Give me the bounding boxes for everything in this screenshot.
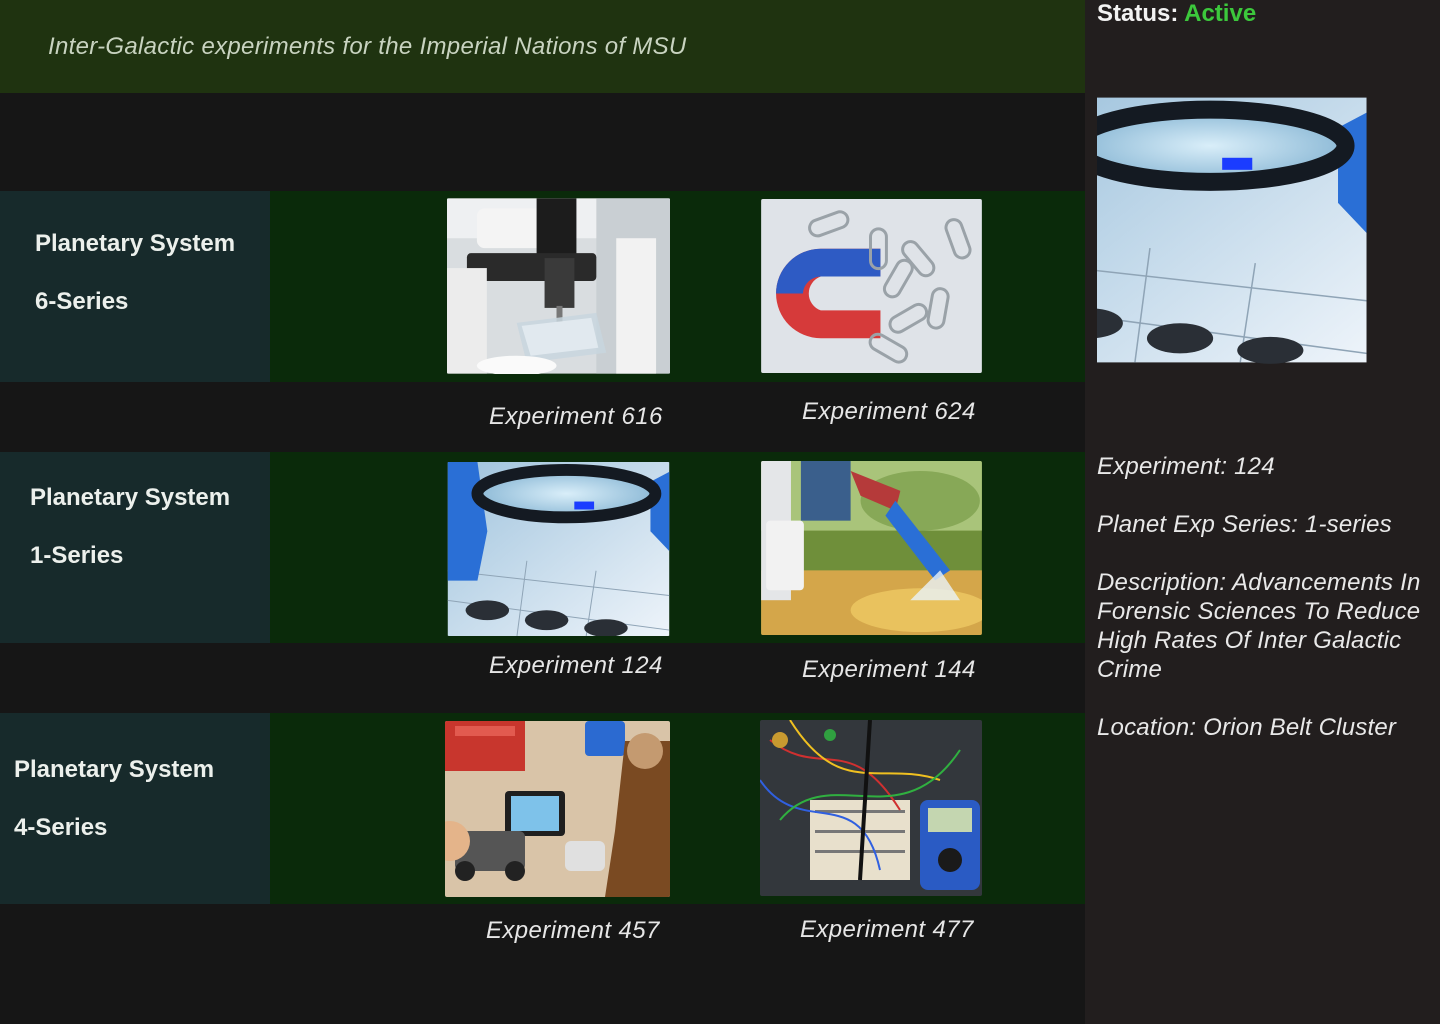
system-label-4-series[interactable]: Planetary System 4-Series [0,713,270,904]
system-series: 6-Series [35,288,129,315]
system-row-1-series: Planetary System 1-Series [0,452,1085,643]
system-title: Planetary System [30,484,231,511]
header-subtitle: Inter-Galactic experiments for the Imper… [48,32,687,60]
status-indicator: Status: Active [1097,0,1256,28]
experiment-124-thumbnail[interactable] [447,462,670,636]
magnifier-fingerprint-photo [447,462,670,636]
experiment-477-caption[interactable]: Experiment 477 [800,916,974,944]
system-row-4-series: Planetary System 4-Series [0,713,1085,904]
experiment-624-thumbnail[interactable] [761,199,982,373]
microscope-photo [447,198,670,374]
status-label: Status: [1097,0,1179,27]
system-title: Planetary System [35,230,236,257]
system-label-6-series[interactable]: Planetary System 6-Series [0,191,270,382]
experiment-detail-panel: Status: Active Experiment: 124 Planet Ex… [1085,0,1440,1024]
experiment-624-caption[interactable]: Experiment 624 [802,398,976,426]
experiment-list: Planetary System 6-Series Experiment 616… [0,93,1085,1024]
system-title: Planetary System [14,756,215,783]
robotics-class-photo [445,721,670,897]
experiment-124-caption[interactable]: Experiment 124 [489,652,663,680]
selected-experiment-image [1097,38,1434,422]
detail-experiment: Experiment: 124 [1097,453,1275,480]
experiment-144-thumbnail[interactable] [761,461,982,635]
magnet-paperclips-photo [761,199,982,373]
header-bar: Inter-Galactic experiments for the Imper… [0,0,1085,93]
experiment-477-thumbnail[interactable] [760,720,982,896]
magnifier-fingerprint-photo [1097,38,1434,422]
status-value: Active [1184,0,1257,27]
page: Inter-Galactic experiments for the Imper… [0,0,1440,1024]
water-sampling-photo [761,461,982,635]
detail-series: Planet Exp Series: 1-series [1097,511,1392,538]
system-series: 4-Series [14,814,108,841]
system-row-6-series: Planetary System 6-Series [0,191,1085,382]
detail-location: Location: Orion Belt Cluster [1097,714,1397,741]
system-label-1-series[interactable]: Planetary System 1-Series [0,452,270,643]
experiment-616-thumbnail[interactable] [447,198,670,374]
experiment-457-caption[interactable]: Experiment 457 [486,917,660,945]
experiment-616-caption[interactable]: Experiment 616 [489,403,663,431]
detail-description: Description: Advancements In Forensic Sc… [1097,569,1421,683]
experiment-144-caption[interactable]: Experiment 144 [802,656,976,684]
electronics-breadboard-photo [760,720,982,896]
system-series: 1-Series [30,542,124,569]
experiment-457-thumbnail[interactable] [445,721,670,897]
